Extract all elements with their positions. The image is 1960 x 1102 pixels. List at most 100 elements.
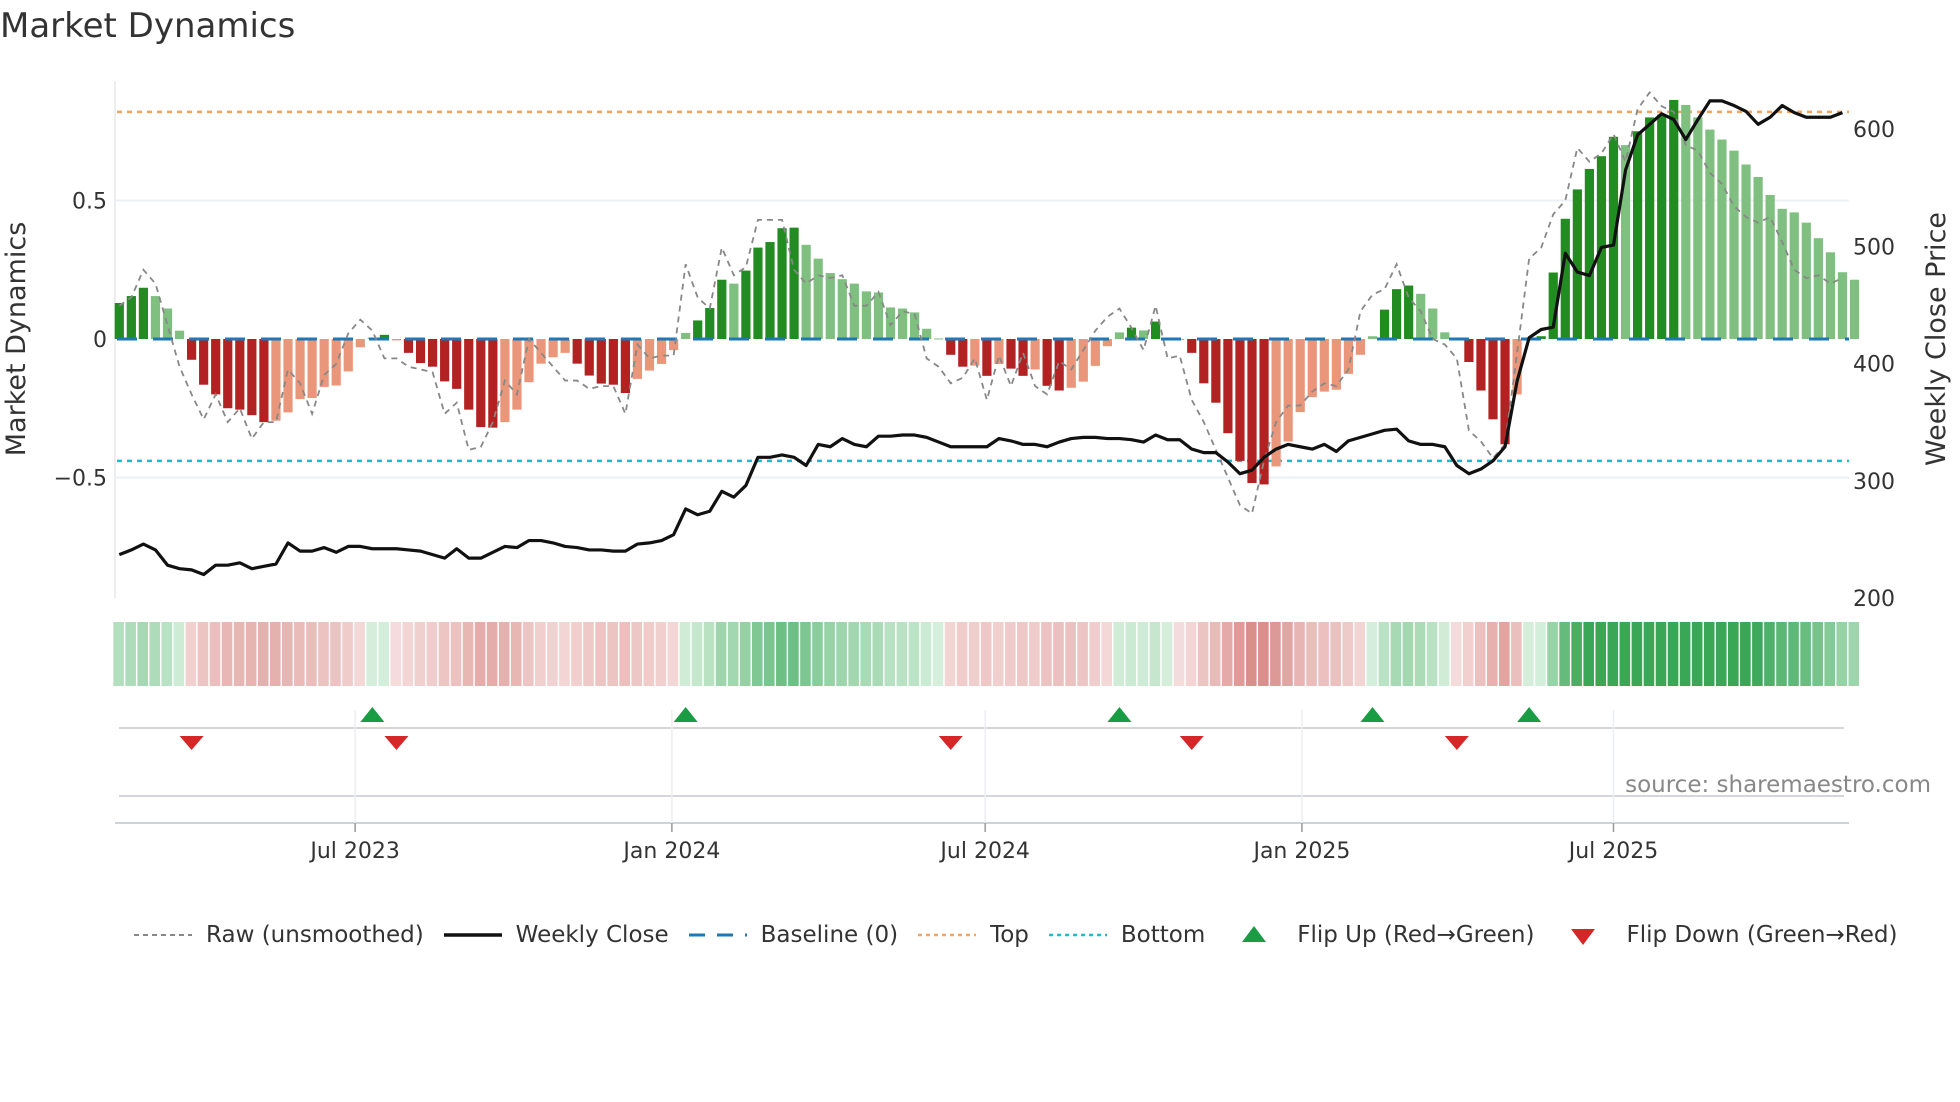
heat-cell: [727, 622, 739, 686]
bar: [1187, 339, 1197, 353]
bar: [1813, 238, 1823, 339]
bar: [1090, 339, 1100, 366]
heat-cell: [619, 622, 630, 686]
flip-markers: [119, 707, 1844, 797]
bar: [934, 338, 944, 340]
bar: [1825, 252, 1835, 339]
bar: [584, 339, 594, 376]
flip-down-swatch-icon: [1554, 925, 1612, 945]
bar: [1042, 339, 1052, 386]
bar: [235, 339, 245, 410]
heat-cell: [1740, 622, 1751, 686]
bar: [1777, 208, 1787, 339]
heat-cell: [1414, 622, 1426, 686]
heat-cell: [137, 622, 148, 686]
heat-cell: [667, 622, 679, 686]
bar: [1006, 339, 1016, 369]
heat-cell: [125, 622, 136, 686]
heat-cell: [1173, 622, 1185, 686]
heat-cell: [908, 622, 920, 686]
bar: [211, 339, 221, 395]
legend-label: Top: [990, 922, 1029, 948]
bar: [1030, 339, 1040, 370]
heat-cell: [1679, 622, 1691, 686]
heat-cell: [233, 622, 245, 686]
legend-label: Flip Up (Red→Green): [1297, 922, 1535, 948]
bar: [1753, 176, 1763, 339]
bar: [331, 339, 341, 386]
bar: [464, 339, 474, 410]
heat-cell: [1559, 622, 1570, 686]
heat-cell: [1691, 622, 1703, 686]
heat-cell: [1017, 622, 1028, 686]
heat-cell: [1631, 622, 1643, 686]
heat-cell: [1161, 622, 1173, 686]
x-tick-label: Jul 2025: [1567, 839, 1659, 864]
bar: [837, 279, 847, 339]
bar: [729, 283, 739, 339]
flip-up-marker: [1107, 707, 1132, 722]
bar: [1223, 339, 1233, 434]
heat-cell: [1233, 622, 1245, 686]
bar: [1066, 339, 1076, 388]
heat-cell: [812, 622, 823, 686]
legend-label: Bottom: [1120, 922, 1206, 948]
bar: [355, 339, 365, 348]
right-axis-ticks: 600 500 400 300 200: [1853, 118, 1895, 612]
bar: [705, 307, 715, 339]
legend-item-flip-down: Flip Down (Green→Red): [1554, 922, 1897, 948]
bar: [801, 244, 811, 339]
bar: [488, 339, 498, 428]
bar: [958, 339, 968, 367]
heat-cell: [1221, 622, 1233, 686]
legend-item-baseline: Baseline (0): [688, 922, 899, 948]
bar: [223, 339, 233, 409]
heat-cell: [1667, 622, 1679, 686]
heat-cell: [426, 622, 438, 686]
bar: [1283, 339, 1293, 442]
flip-down-marker: [938, 736, 963, 750]
heat-cell: [1643, 622, 1655, 686]
heat-cell: [1330, 622, 1341, 686]
heat-cell: [1065, 622, 1076, 686]
bar: [620, 339, 630, 394]
bar: [922, 328, 932, 339]
bar: [1247, 339, 1257, 484]
bar: [560, 339, 570, 353]
flip-down-marker: [179, 736, 204, 750]
bar: [861, 291, 871, 339]
bar: [982, 339, 992, 376]
heat-cell: [607, 622, 618, 686]
bar: [1331, 339, 1341, 390]
bar: [608, 339, 618, 385]
raw-line: [118, 91, 1843, 516]
heat-cell: [679, 622, 691, 686]
bar: [1693, 117, 1703, 340]
heat-cell: [739, 622, 751, 686]
baseline-swatch-icon: [688, 925, 747, 945]
bar: [777, 228, 787, 339]
bar: [825, 273, 835, 339]
bar: [524, 339, 534, 383]
bar: [428, 339, 438, 367]
dynamics-bars: [114, 99, 1860, 485]
heat-cell: [390, 622, 402, 686]
heat-cell: [1053, 622, 1064, 686]
heat-cell: [1077, 622, 1088, 686]
heat-cell: [1209, 622, 1221, 686]
heat-cell: [896, 622, 908, 686]
legend-item-price: Weekly Close: [443, 922, 669, 948]
heat-cell: [1041, 622, 1052, 686]
heat-cell: [161, 622, 173, 686]
heat-cell: [944, 622, 956, 686]
heat-cell: [113, 622, 124, 686]
legend-label: Baseline (0): [760, 922, 899, 948]
heat-cell: [1318, 622, 1329, 686]
bar: [1416, 293, 1426, 339]
heat-cell: [1523, 622, 1534, 686]
flip-down-marker: [1444, 736, 1469, 750]
bar: [1199, 339, 1209, 384]
heat-cell: [788, 622, 799, 686]
heat-cell: [848, 622, 859, 686]
heat-cell: [872, 622, 884, 686]
